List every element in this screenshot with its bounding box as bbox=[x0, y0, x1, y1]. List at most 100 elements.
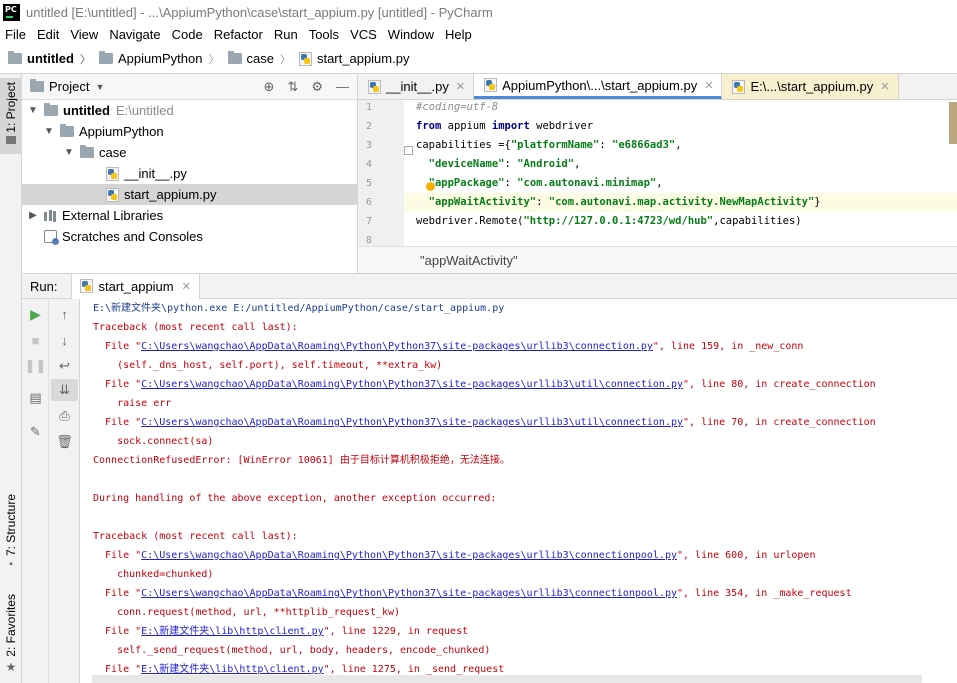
tree-item-init-py[interactable]: __init__.py bbox=[22, 163, 358, 184]
console-horizontal-scrollbar[interactable] bbox=[92, 675, 922, 683]
breadcrumb-start-appium[interactable]: start_appium.py bbox=[298, 51, 409, 66]
expand-arrow-icon[interactable]: ▼ bbox=[62, 147, 76, 158]
tool-window-favorites-tab[interactable]: 2: Favorites ★ bbox=[0, 594, 22, 674]
folder-icon bbox=[227, 51, 242, 64]
scroll-to-end-icon[interactable]: ⇊ bbox=[51, 379, 78, 401]
chevron-right-icon: 〉 bbox=[208, 53, 220, 66]
chevron-down-icon: ▼ bbox=[95, 81, 105, 92]
layout-icon[interactable]: ▤ bbox=[22, 387, 49, 409]
chevron-right-icon: 〉 bbox=[279, 53, 291, 66]
pin-icon[interactable]: ✎ bbox=[22, 421, 49, 443]
console-line: conn.request(method, url, **httplib_requ… bbox=[93, 607, 401, 618]
right-edge-preview bbox=[949, 102, 957, 144]
expand-arrow-icon[interactable]: ▼ bbox=[26, 105, 40, 116]
project-view-selector[interactable]: Project ▼ bbox=[30, 79, 104, 94]
tree-item-case[interactable]: ▼ case bbox=[22, 142, 358, 163]
console-line: File "C:\Users\wangchao\AppData\Roaming\… bbox=[93, 550, 816, 561]
console-file-link[interactable]: C:\Users\wangchao\AppData\Roaming\Python… bbox=[141, 550, 677, 561]
tree-item-external-libraries[interactable]: ▶ External Libraries bbox=[22, 205, 358, 226]
close-tab-icon[interactable]: ✕ bbox=[880, 80, 889, 93]
run-label: Run: bbox=[30, 278, 58, 294]
run-tab-start-appium[interactable]: start_appium ✕ bbox=[71, 273, 200, 299]
scratch-icon bbox=[44, 230, 59, 245]
console-file-link[interactable]: E:\新建文件夹\lib\http\client.py bbox=[141, 664, 323, 675]
console-file-link[interactable]: C:\Users\wangchao\AppData\Roaming\Python… bbox=[141, 379, 683, 390]
console-line: ConnectionRefusedError: [WinError 10061]… bbox=[93, 455, 510, 466]
menu-window[interactable]: Window bbox=[383, 27, 440, 42]
locate-file-icon[interactable]: ⊕ bbox=[264, 79, 275, 95]
menu-view[interactable]: View bbox=[65, 27, 104, 42]
close-tab-icon[interactable]: ✕ bbox=[182, 280, 191, 293]
console-file-link[interactable]: C:\Users\wangchao\AppData\Roaming\Python… bbox=[141, 341, 653, 352]
console-line: self._send_request(method, url, body, he… bbox=[93, 645, 491, 656]
tree-item-appiumpython[interactable]: ▼ AppiumPython bbox=[22, 121, 358, 142]
tab-start-appium-external[interactable]: E:\...\start_appium.py ✕ bbox=[722, 74, 899, 99]
menu-bar: File Edit View Navigate Code Refactor Ru… bbox=[0, 24, 957, 44]
menu-navigate[interactable]: Navigate bbox=[104, 27, 166, 42]
menu-run[interactable]: Run bbox=[269, 27, 304, 42]
rerun-icon[interactable]: ▶ bbox=[22, 303, 49, 325]
run-toolbar-secondary: ↑ ↓ ↩ ⇊ ⎙ 🗑 bbox=[49, 299, 80, 683]
console-line: Traceback (most recent call last): bbox=[93, 322, 298, 333]
collapse-all-icon[interactable]: ⇅ bbox=[287, 79, 298, 95]
code-line-4: "deviceName": "Android", bbox=[416, 158, 581, 170]
close-tab-icon[interactable]: ✕ bbox=[704, 79, 713, 92]
tab-start-appium-active[interactable]: AppiumPython\...\start_appium.py ✕ bbox=[474, 74, 723, 99]
tool-window-structure-tab[interactable]: 7: Structure ▪ bbox=[0, 494, 22, 570]
chevron-right-icon: 〉 bbox=[79, 53, 91, 66]
menu-refactor[interactable]: Refactor bbox=[209, 27, 269, 42]
hide-panel-icon[interactable]: — bbox=[336, 79, 349, 95]
soft-wrap-icon[interactable]: ↩ bbox=[51, 355, 78, 377]
project-tool-window: Project ▼ ⊕ ⇅ ⚙ — ▼ untitled E:\untitled … bbox=[22, 74, 358, 273]
python-file-icon bbox=[368, 79, 381, 94]
tab-init-py[interactable]: __init__.py ✕ bbox=[358, 74, 475, 99]
tool-window-project-tab[interactable]: 1: Project bbox=[0, 78, 22, 154]
tree-item-start-appium[interactable]: start_appium.py bbox=[22, 184, 358, 205]
star-icon: ★ bbox=[5, 659, 17, 674]
editor-breadcrumb[interactable]: "appWaitActivity" bbox=[358, 246, 957, 273]
line-number-gutter: 1 2 3 4 5 6 7 8 bbox=[358, 100, 413, 246]
menu-tools[interactable]: Tools bbox=[304, 27, 345, 42]
menu-code[interactable]: Code bbox=[167, 27, 209, 42]
menu-file[interactable]: File bbox=[0, 27, 32, 42]
code-line-5: "appPackage": "com.autonavi.minimap", bbox=[416, 177, 663, 189]
python-file-icon bbox=[298, 51, 312, 66]
breadcrumb-case[interactable]: case 〉 bbox=[227, 51, 291, 67]
up-arrow-icon[interactable]: ↑ bbox=[51, 303, 78, 325]
breadcrumb-untitled[interactable]: untitled 〉 bbox=[8, 51, 91, 67]
console-file-link[interactable]: C:\Users\wangchao\AppData\Roaming\Python… bbox=[141, 588, 677, 599]
close-tab-icon[interactable]: ✕ bbox=[456, 80, 465, 93]
tree-item-scratches[interactable]: Scratches and Consoles bbox=[22, 226, 358, 247]
console-line: File "C:\Users\wangchao\AppData\Roaming\… bbox=[93, 417, 876, 428]
settings-gear-icon[interactable]: ⚙ bbox=[311, 79, 323, 95]
expand-arrow-icon[interactable]: ▶ bbox=[26, 210, 40, 221]
run-console-output[interactable]: E:\新建文件夹\python.exe E:/untitled/AppiumPy… bbox=[80, 299, 957, 683]
expand-arrow-icon[interactable]: ▼ bbox=[42, 126, 56, 137]
code-line-7: webdriver.Remote("http://127.0.0.1:4723/… bbox=[416, 215, 802, 227]
tree-item-untitled[interactable]: ▼ untitled E:\untitled bbox=[22, 100, 358, 121]
trash-icon[interactable]: 🗑 bbox=[51, 431, 78, 453]
menu-vcs[interactable]: VCS bbox=[345, 27, 383, 42]
folder-icon bbox=[98, 51, 113, 64]
breadcrumb-appiumpython[interactable]: AppiumPython 〉 bbox=[98, 51, 220, 67]
menu-help[interactable]: Help bbox=[440, 27, 478, 42]
console-line: File "C:\Users\wangchao\AppData\Roaming\… bbox=[93, 341, 804, 352]
console-line: chunked=chunked) bbox=[93, 569, 214, 580]
code-editor[interactable]: #coding=utf-8 from appium import webdriv… bbox=[404, 100, 957, 246]
print-icon[interactable]: ⎙ bbox=[51, 405, 78, 427]
down-arrow-icon[interactable]: ↓ bbox=[51, 329, 78, 351]
menu-edit[interactable]: Edit bbox=[32, 27, 65, 42]
console-file-link[interactable]: C:\Users\wangchao\AppData\Roaming\Python… bbox=[141, 417, 683, 428]
console-line: File "C:\Users\wangchao\AppData\Roaming\… bbox=[93, 588, 852, 599]
folder-icon bbox=[80, 145, 94, 158]
pause-icon[interactable]: ❚❚ bbox=[22, 355, 49, 377]
console-line: (self._dns_host, self.port), self.timeou… bbox=[93, 360, 443, 371]
lightbulb-icon[interactable] bbox=[426, 182, 435, 191]
console-file-link[interactable]: E:\新建文件夹\lib\http\client.py bbox=[141, 626, 323, 637]
folder-icon bbox=[8, 51, 22, 64]
stop-icon[interactable]: ■ bbox=[22, 329, 49, 351]
navigation-bar: untitled 〉 AppiumPython 〉 case 〉 start_appi… bbox=[0, 44, 957, 74]
code-line-2: from appium import webdriver bbox=[416, 120, 594, 132]
editor-area: __init__.py ✕ AppiumPython\...\start_appi… bbox=[358, 74, 957, 273]
console-line: sock.connect(sa) bbox=[93, 436, 214, 447]
